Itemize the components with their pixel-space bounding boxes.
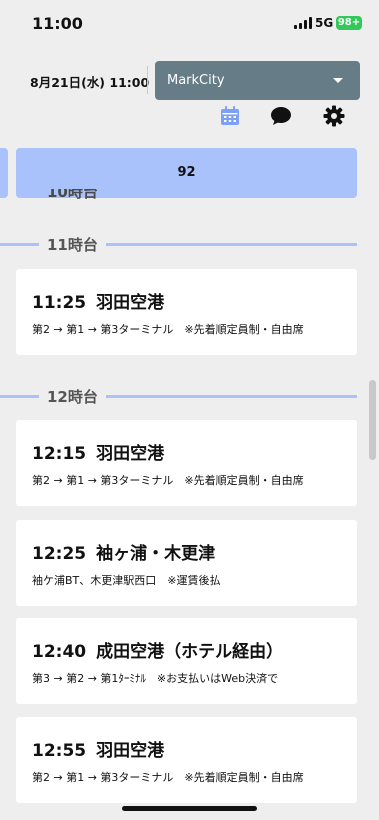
- departure-time: 12:15: [32, 444, 87, 464]
- home-indicator[interactable]: [122, 806, 257, 811]
- battery-icon: 98+: [336, 16, 362, 30]
- station-select[interactable]: MarkCity: [155, 61, 360, 100]
- departure-heading: 12:40 成田空港（ホテル経由）: [32, 637, 283, 662]
- chat-icon[interactable]: [269, 104, 293, 128]
- departure-time: 12:55: [32, 741, 87, 761]
- gear-icon[interactable]: [322, 104, 346, 128]
- network-label: 5G: [315, 16, 334, 30]
- departure-heading: 12:15 羽田空港: [32, 439, 164, 464]
- status-bar: 11:00 5G 98+: [0, 0, 379, 48]
- departure-destination: 羽田空港: [96, 741, 165, 761]
- hour-label: 11時台: [39, 235, 106, 255]
- departure-destination: 成田空港（ホテル経由）: [96, 642, 284, 662]
- departure-heading: 12:55 羽田空港: [32, 736, 164, 761]
- current-date-time: 8月21日(水) 11:00: [30, 75, 150, 90]
- departure-card[interactable]: 12:25 袖ヶ浦・木更津 袖ケ浦BT、木更津駅西口 ※運賃後払: [16, 520, 357, 606]
- previous-count-bar[interactable]: [0, 148, 8, 198]
- departure-detail: 第2 → 第1 → 第3ターミナル ※先着順定員制・自由席: [32, 323, 304, 336]
- calendar-icon[interactable]: [218, 104, 242, 128]
- station-select-value: MarkCity: [167, 73, 225, 88]
- departure-detail: 第2 → 第1 → 第3ターミナル ※先着順定員制・自由席: [32, 474, 304, 487]
- departure-detail: 第2 → 第1 → 第3ターミナル ※先着順定員制・自由席: [32, 771, 304, 784]
- departure-destination: 羽田空港: [96, 444, 165, 464]
- departure-heading: 12:25 袖ヶ浦・木更津: [32, 539, 215, 564]
- departure-card[interactable]: 12:15 羽田空港 第2 → 第1 → 第3ターミナル ※先着順定員制・自由席: [16, 420, 357, 506]
- departure-card[interactable]: 12:40 成田空港（ホテル経由） 第3 → 第2 → 第1ﾀｰﾐﾅﾙ ※お支払い…: [16, 618, 357, 704]
- hour-label: 12時台: [39, 387, 106, 407]
- header-divider: [147, 66, 148, 94]
- departure-card[interactable]: 11:25 羽田空港 第2 → 第1 → 第3ターミナル ※先着順定員制・自由席: [16, 269, 357, 355]
- scrollbar-thumb[interactable]: [369, 380, 376, 460]
- chevron-down-icon: [333, 78, 343, 83]
- departure-time: 12:25: [32, 544, 87, 564]
- departure-heading: 11:25 羽田空港: [32, 288, 164, 313]
- departure-destination: 羽田空港: [96, 293, 165, 313]
- signal-icon: [294, 17, 312, 29]
- hour-label-previous: 10時台: [47, 189, 98, 201]
- departure-time: 11:25: [32, 293, 87, 313]
- departure-detail: 袖ケ浦BT、木更津駅西口 ※運賃後払: [32, 574, 221, 587]
- departure-detail: 第3 → 第2 → 第1ﾀｰﾐﾅﾙ ※お支払いはWeb決済で: [32, 672, 279, 685]
- departure-card[interactable]: 12:55 羽田空港 第2 → 第1 → 第3ターミナル ※先着順定員制・自由席: [16, 717, 357, 803]
- departure-destination: 袖ヶ浦・木更津: [96, 544, 216, 564]
- status-time: 11:00: [32, 14, 83, 33]
- count-value: 92: [177, 165, 196, 180]
- departure-time: 12:40: [32, 642, 87, 662]
